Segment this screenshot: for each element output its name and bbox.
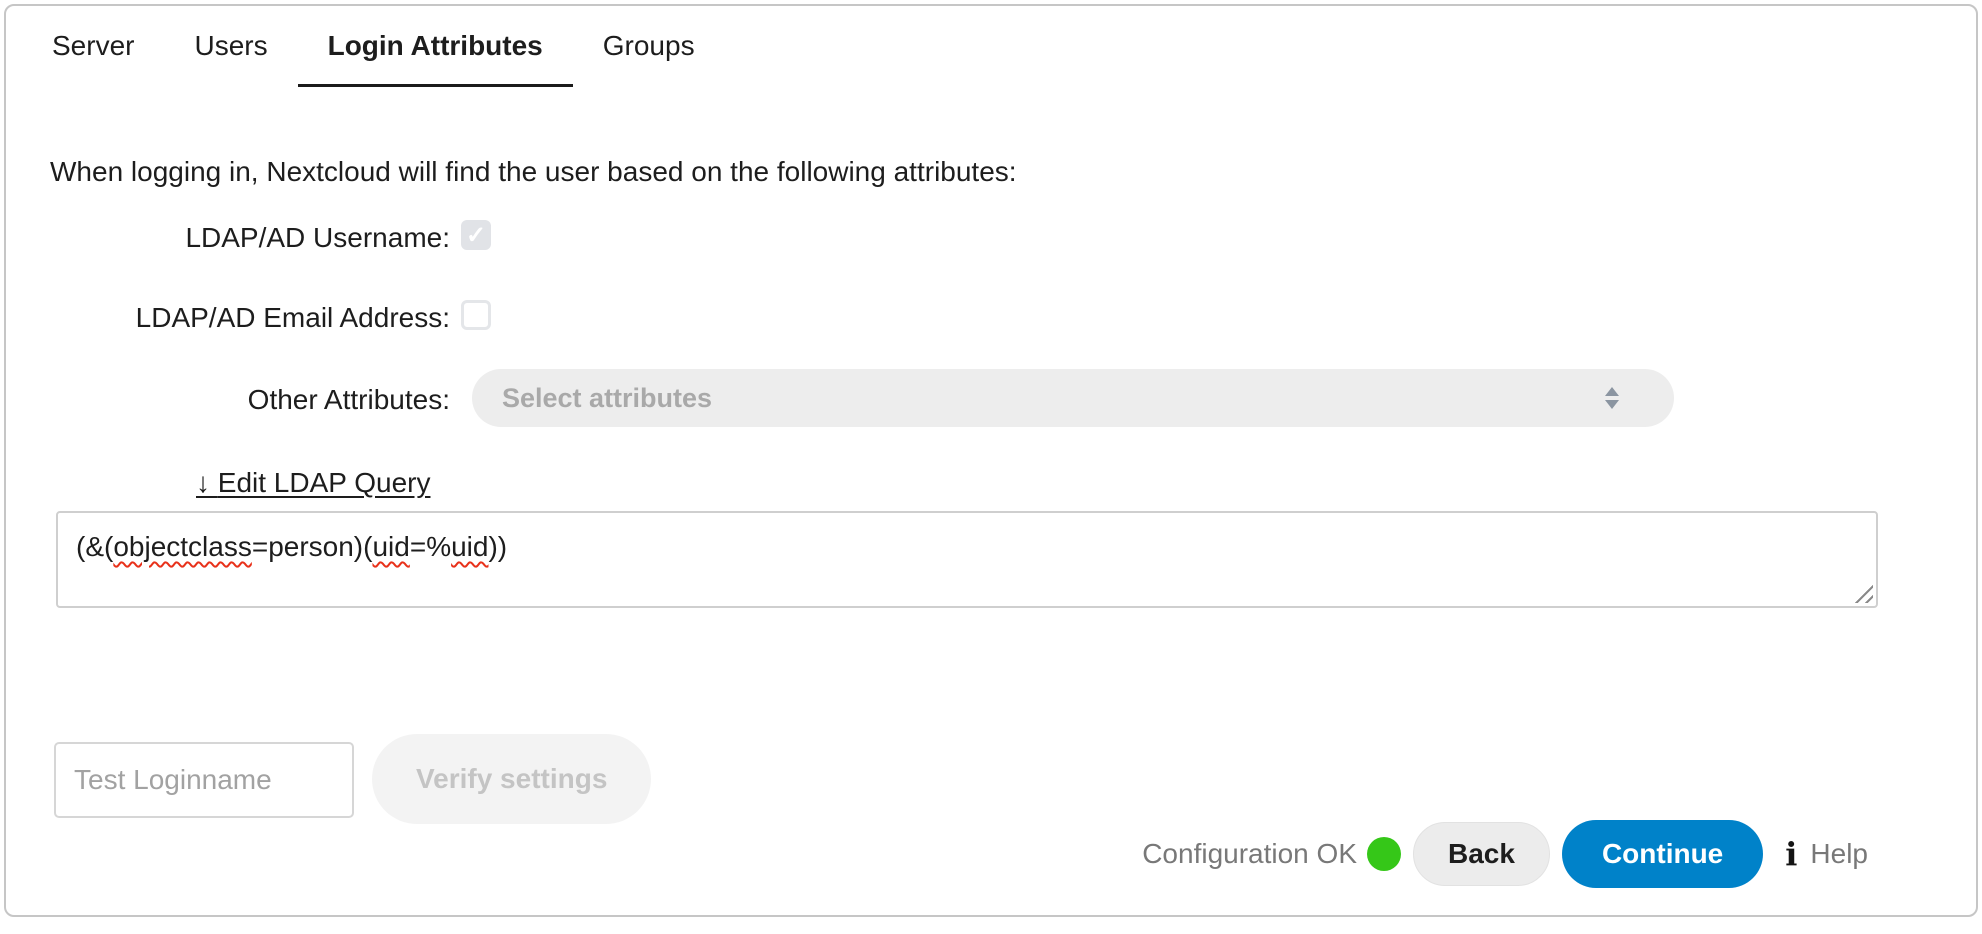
tab-groups[interactable]: Groups [573, 30, 725, 87]
wizard-card: Server Users Login Attributes Groups Whe… [4, 4, 1978, 917]
help-link[interactable]: i Help [1785, 835, 1868, 873]
info-icon: i [1785, 835, 1797, 873]
tab-bar: Server Users Login Attributes Groups [22, 30, 725, 87]
sort-arrows-icon [1604, 387, 1620, 409]
select-placeholder: Select attributes [502, 383, 1604, 414]
help-label: Help [1810, 838, 1868, 870]
ldap-query-textarea[interactable]: (&(objectclass=person)(uid=%uid)) [56, 511, 1878, 608]
edit-ldap-query-label: Edit LDAP Query [218, 467, 431, 498]
resize-handle[interactable] [1854, 584, 1873, 603]
tab-login-attributes[interactable]: Login Attributes [298, 30, 573, 87]
test-loginname-input[interactable] [54, 742, 354, 818]
status-ok-icon [1367, 837, 1401, 871]
verify-settings-button[interactable]: Verify settings [372, 734, 651, 824]
email-attribute-label: LDAP/AD Email Address: [6, 302, 450, 334]
username-attribute-label: LDAP/AD Username: [6, 222, 450, 254]
continue-button[interactable]: Continue [1562, 820, 1763, 888]
down-arrow-icon: ↓ [196, 467, 210, 498]
tab-users[interactable]: Users [164, 30, 297, 87]
username-attribute-checkbox[interactable]: ✓ [461, 220, 491, 250]
ldap-wizard-page: Server Users Login Attributes Groups Whe… [0, 0, 1982, 934]
ldap-query-value: (&(objectclass=person)(uid=%uid)) [76, 531, 507, 562]
wizard-footer: Configuration OK Back Continue i Help [1142, 812, 1868, 896]
other-attributes-select[interactable]: Select attributes [472, 369, 1674, 427]
edit-ldap-query-link[interactable]: ↓ Edit LDAP Query [196, 467, 430, 499]
tab-server[interactable]: Server [22, 30, 164, 87]
other-attributes-label: Other Attributes: [6, 384, 450, 416]
checkmark-icon: ✓ [466, 221, 486, 250]
configuration-status-text: Configuration OK [1142, 838, 1357, 870]
email-attribute-checkbox[interactable] [461, 300, 491, 330]
back-button[interactable]: Back [1413, 822, 1550, 886]
intro-text: When logging in, Nextcloud will find the… [50, 156, 1017, 188]
